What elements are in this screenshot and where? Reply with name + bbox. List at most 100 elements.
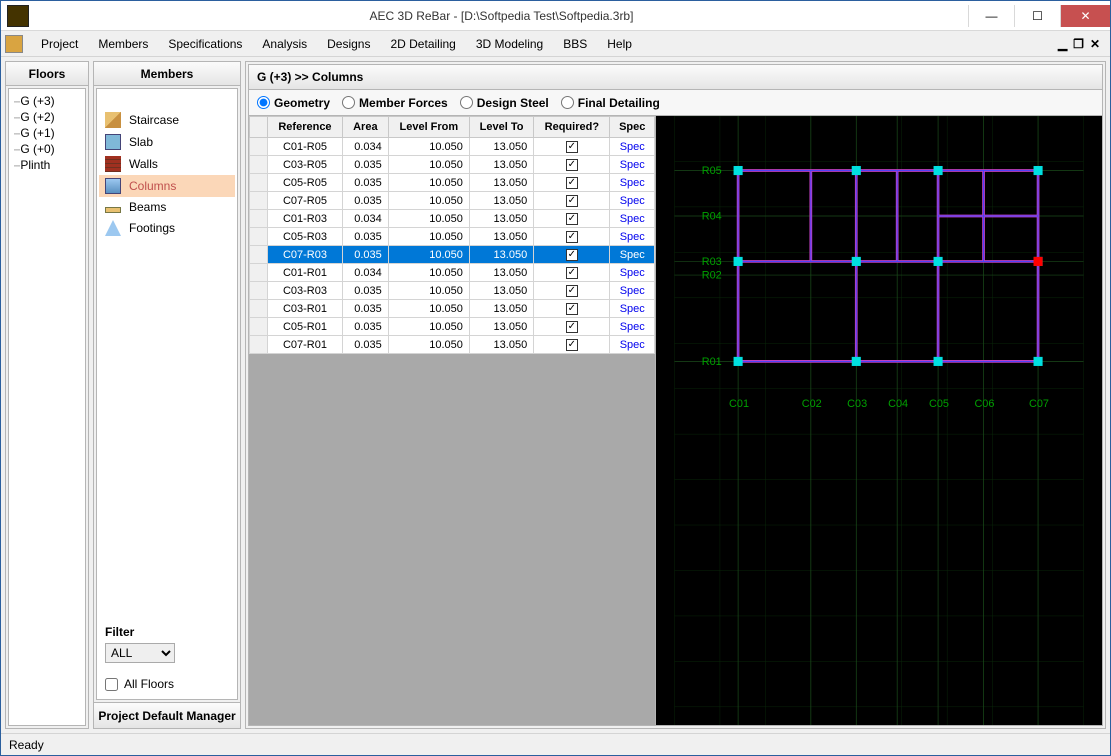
content-tabs: Geometry Member Forces Design Steel Final D… [248, 90, 1103, 116]
client-area: Floors G (+3)G (+2)G (+1)G (+0)Plinth Me… [1, 57, 1110, 733]
menu-3d-modeling[interactable]: 3D Modeling [466, 33, 553, 55]
member-label: Footings [129, 221, 175, 235]
slab-icon [105, 134, 121, 150]
mdi-minimize-icon[interactable]: ▁ [1058, 37, 1067, 51]
col-header[interactable]: Spec [610, 117, 655, 138]
floors-panel: Floors G (+3)G (+2)G (+1)G (+0)Plinth [5, 61, 89, 729]
menu-2d-detailing[interactable]: 2D Detailing [380, 33, 465, 55]
member-staircase[interactable]: Staircase [99, 109, 235, 131]
table-row[interactable]: C03-R010.03510.05013.050✓Spec [250, 300, 655, 318]
tab-final-detailing[interactable]: Final Detailing [561, 96, 660, 110]
svg-text:R05: R05 [702, 165, 722, 177]
spec-link[interactable]: Spec [610, 246, 655, 264]
menu-specifications[interactable]: Specifications [158, 33, 252, 55]
spec-link[interactable]: Spec [610, 282, 655, 300]
window-title: AEC 3D ReBar - [D:\Softpedia Test\Softpe… [35, 9, 968, 23]
svg-text:R01: R01 [702, 356, 722, 368]
col-header[interactable]: Level From [388, 117, 469, 138]
spec-link[interactable]: Spec [610, 174, 655, 192]
col-header[interactable]: Required? [534, 117, 610, 138]
table-row[interactable]: C07-R010.03510.05013.050✓Spec [250, 336, 655, 354]
project-default-manager-button[interactable]: Project Default Manager [94, 702, 240, 728]
stair-icon [105, 112, 121, 128]
beam-icon [105, 207, 121, 213]
svg-text:C04: C04 [888, 398, 908, 410]
table-row[interactable]: C07-R030.03510.05013.050✓Spec [250, 246, 655, 264]
table-row[interactable]: C05-R050.03510.05013.050✓Spec [250, 174, 655, 192]
filter-select[interactable]: ALL [105, 643, 175, 663]
menu-designs[interactable]: Designs [317, 33, 380, 55]
maximize-button[interactable]: ☐ [1014, 5, 1060, 27]
spec-link[interactable]: Spec [610, 336, 655, 354]
spec-link[interactable]: Spec [610, 156, 655, 174]
spec-link[interactable]: Spec [610, 300, 655, 318]
menu-members[interactable]: Members [88, 33, 158, 55]
col-header[interactable]: Level To [469, 117, 533, 138]
member-label: Walls [129, 157, 158, 171]
table-row[interactable]: C03-R030.03510.05013.050✓Spec [250, 282, 655, 300]
wall-icon [105, 156, 121, 172]
table-row[interactable]: C05-R010.03510.05013.050✓Spec [250, 318, 655, 336]
member-label: Columns [129, 179, 176, 193]
spec-link[interactable]: Spec [610, 228, 655, 246]
content-panel: G (+3) >> Columns GeometryMember ForcesD… [245, 61, 1106, 729]
svg-text:R03: R03 [702, 256, 722, 268]
svg-text:C01: C01 [729, 398, 749, 410]
column-icon [105, 178, 121, 194]
member-walls[interactable]: Walls [99, 153, 235, 175]
filter-label: Filter [105, 625, 229, 639]
spec-link[interactable]: Spec [610, 318, 655, 336]
statusbar: Ready [1, 733, 1110, 755]
member-footings[interactable]: Footings [99, 217, 235, 239]
member-beams[interactable]: Beams [99, 197, 235, 217]
footing-icon [105, 220, 121, 236]
svg-text:R04: R04 [702, 211, 722, 223]
svg-text:C07: C07 [1029, 398, 1049, 410]
table-row[interactable]: C03-R050.03510.05013.050✓Spec [250, 156, 655, 174]
all-floors-label: All Floors [124, 677, 174, 691]
menu-help[interactable]: Help [597, 33, 642, 55]
members-list: Staircase Slab Walls Columns Beams Footings [97, 89, 237, 617]
menu-bbs[interactable]: BBS [553, 33, 597, 55]
minimize-button[interactable]: — [968, 5, 1014, 27]
col-header[interactable]: Reference [268, 117, 343, 138]
spec-link[interactable]: Spec [610, 210, 655, 228]
member-label: Staircase [129, 113, 179, 127]
table-row[interactable]: C01-R030.03410.05013.050✓Spec [250, 210, 655, 228]
member-columns[interactable]: Columns [99, 175, 235, 197]
spec-link[interactable]: Spec [610, 264, 655, 282]
mdi-restore-icon[interactable]: ❐ [1073, 37, 1084, 51]
table-row[interactable]: C01-R050.03410.05013.050✓Spec [250, 138, 655, 156]
columns-table[interactable]: ReferenceAreaLevel FromLevel ToRequired?… [249, 116, 655, 354]
menu-project[interactable]: Project [31, 33, 88, 55]
all-floors-checkbox[interactable] [105, 678, 118, 691]
spec-link[interactable]: Spec [610, 192, 655, 210]
spec-link[interactable]: Spec [610, 138, 655, 156]
floor-item[interactable]: G (+1) [11, 125, 83, 141]
svg-text:R02: R02 [702, 270, 722, 282]
members-panel: Members StaircaseSlabWallsColumnsBeamsFo… [93, 61, 241, 729]
tab-geometry[interactable]: Geometry [257, 96, 330, 110]
svg-text:C06: C06 [974, 398, 994, 410]
floor-item[interactable]: Plinth [11, 157, 83, 173]
tab-member-forces[interactable]: Member Forces [342, 96, 448, 110]
app-window: AEC 3D ReBar - [D:\Softpedia Test\Softpe… [0, 0, 1111, 756]
table-row[interactable]: C05-R030.03510.05013.050✓Spec [250, 228, 655, 246]
floors-header: Floors [6, 62, 88, 86]
member-label: Slab [129, 135, 153, 149]
mdi-close-icon[interactable]: ✕ [1090, 37, 1100, 51]
titlebar: AEC 3D ReBar - [D:\Softpedia Test\Softpe… [1, 1, 1110, 31]
plan-viewport[interactable]: R05R04R03R02R01C01C02C03C04C05C06C07 [655, 116, 1102, 725]
table-row[interactable]: C07-R050.03510.05013.050✓Spec [250, 192, 655, 210]
floor-item[interactable]: G (+0) [11, 141, 83, 157]
project-icon [5, 35, 23, 53]
close-button[interactable]: ✕ [1060, 5, 1110, 27]
floor-item[interactable]: G (+3) [11, 93, 83, 109]
tab-design-steel[interactable]: Design Steel [460, 96, 549, 110]
table-row[interactable]: C01-R010.03410.05013.050✓Spec [250, 264, 655, 282]
col-header[interactable]: Area [342, 117, 388, 138]
status-text: Ready [9, 738, 44, 752]
menu-analysis[interactable]: Analysis [252, 33, 317, 55]
member-slab[interactable]: Slab [99, 131, 235, 153]
floor-item[interactable]: G (+2) [11, 109, 83, 125]
